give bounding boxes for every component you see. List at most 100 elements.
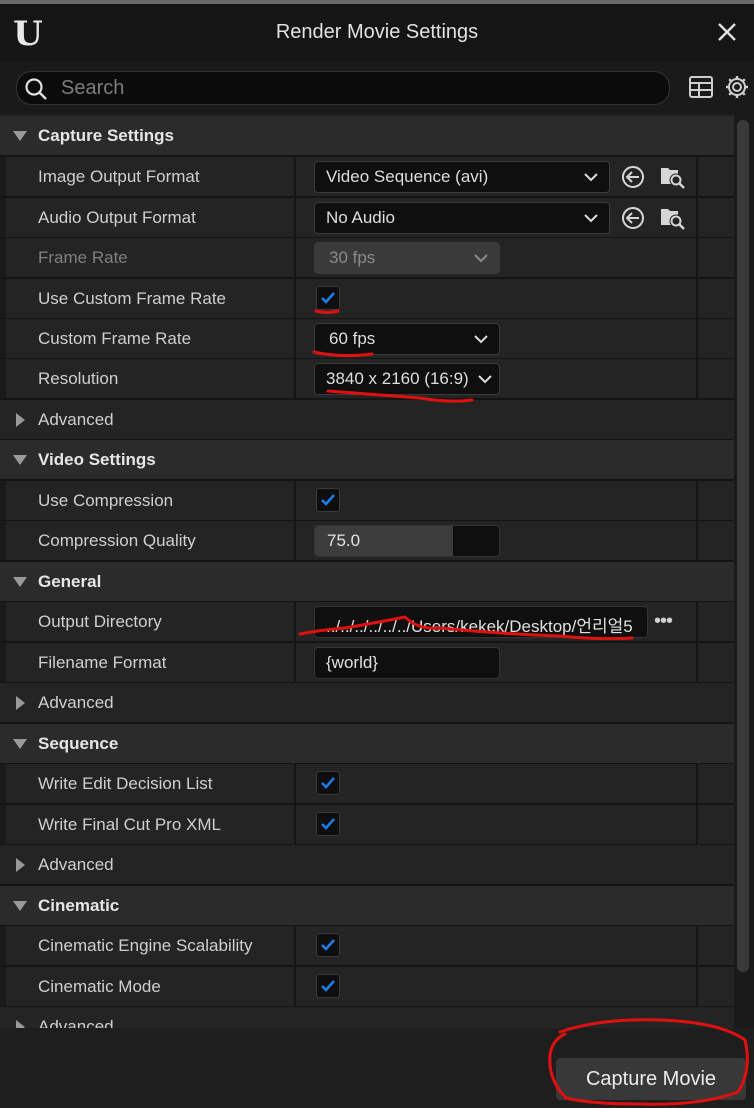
- dropdown-value: Video Sequence (avi): [326, 167, 489, 186]
- chevron-down-icon: [584, 173, 598, 182]
- chevron-down-icon: [474, 335, 488, 344]
- section-title: Cinematic: [38, 896, 120, 915]
- property-label: Write Final Cut Pro XML: [38, 815, 221, 834]
- chevron-down-icon: [474, 254, 488, 263]
- search-box[interactable]: [16, 71, 670, 105]
- advanced-label: Advanced: [38, 855, 114, 874]
- property-label: Use Custom Frame Rate: [38, 289, 226, 308]
- capture-advanced-toggle[interactable]: Advanced: [0, 400, 734, 441]
- cinematic-mode-checkbox[interactable]: [316, 974, 340, 998]
- custom-frame-rate-dropdown[interactable]: 60 fps: [314, 323, 500, 355]
- search-row: [0, 62, 754, 114]
- property-label: Use Compression: [38, 491, 174, 510]
- collapsed-arrow-icon: [16, 1020, 25, 1028]
- write-fcp-xml-checkbox[interactable]: [316, 812, 340, 836]
- cinematic-engine-scalability-checkbox[interactable]: [316, 933, 340, 957]
- use-compression-checkbox[interactable]: [316, 488, 340, 512]
- expanded-arrow-icon: [13, 131, 27, 141]
- reset-to-default-icon[interactable]: [620, 164, 646, 190]
- capture-movie-button[interactable]: Capture Movie: [556, 1058, 746, 1100]
- property-label: Image Output Format: [38, 167, 200, 186]
- expanded-arrow-icon: [13, 901, 27, 911]
- output-directory-field[interactable]: ../../../../../../Users/kekek/Desktop/언리…: [314, 606, 648, 638]
- write-edl-checkbox[interactable]: [316, 771, 340, 795]
- section-sequence[interactable]: Sequence: [0, 724, 734, 765]
- advanced-label: Advanced: [38, 410, 114, 429]
- chevron-down-icon: [584, 214, 598, 223]
- section-title: Sequence: [38, 734, 119, 753]
- section-general[interactable]: General: [0, 562, 734, 603]
- general-advanced-toggle[interactable]: Advanced: [0, 683, 734, 724]
- search-input[interactable]: [59, 74, 663, 102]
- frame-rate-dropdown: 30 fps: [314, 242, 500, 274]
- search-icon: [25, 78, 47, 100]
- row-cinematic-engine-scalability: Cinematic Engine Scalability: [0, 926, 734, 967]
- reset-to-default-icon[interactable]: [620, 205, 646, 231]
- section-title: Video Settings: [38, 450, 156, 469]
- sequence-advanced-toggle[interactable]: Advanced: [0, 845, 734, 886]
- section-video-settings[interactable]: Video Settings: [0, 440, 734, 481]
- property-label: Output Directory: [38, 612, 162, 631]
- row-custom-frame-rate: Custom Frame Rate 60 fps: [0, 319, 734, 360]
- property-label: Cinematic Mode: [38, 977, 161, 996]
- checkmark-icon: [321, 818, 335, 830]
- gear-icon[interactable]: [724, 74, 750, 100]
- advanced-label: Advanced: [38, 693, 114, 712]
- property-label: Compression Quality: [38, 531, 196, 550]
- compression-quality-slider[interactable]: 75.0: [314, 525, 500, 557]
- collapsed-arrow-icon: [16, 858, 25, 872]
- browse-folder-icon[interactable]: [658, 162, 686, 190]
- row-resolution: Resolution 3840 x 2160 (16:9): [0, 359, 734, 400]
- expanded-arrow-icon: [13, 739, 27, 749]
- expanded-arrow-icon: [13, 577, 27, 587]
- filename-format-field[interactable]: {world}: [314, 647, 500, 679]
- browse-folder-icon[interactable]: [658, 203, 686, 231]
- scrollbar-thumb[interactable]: [737, 120, 749, 972]
- browse-directory-button[interactable]: •••: [654, 610, 673, 633]
- checkmark-icon: [321, 292, 335, 304]
- audio-output-format-dropdown[interactable]: No Audio: [314, 202, 610, 234]
- dropdown-value: No Audio: [326, 208, 395, 227]
- row-frame-rate: Frame Rate 30 fps: [0, 238, 734, 279]
- section-capture-settings[interactable]: Capture Settings: [0, 116, 734, 157]
- checkmark-icon: [321, 939, 335, 951]
- checkmark-icon: [321, 980, 335, 992]
- property-label: Frame Rate: [38, 248, 128, 267]
- window-title: Render Movie Settings: [275, 21, 479, 43]
- property-label: Audio Output Format: [38, 208, 196, 227]
- row-write-final-cut-pro-xml: Write Final Cut Pro XML: [0, 805, 734, 846]
- property-label: Filename Format: [38, 653, 167, 672]
- property-label: Resolution: [38, 369, 119, 388]
- field-value: {world}: [326, 653, 378, 672]
- image-output-format-dropdown[interactable]: Video Sequence (avi): [314, 161, 610, 193]
- dropdown-value: 30 fps: [329, 248, 376, 267]
- row-image-output-format: Image Output Format Video Sequence (avi): [0, 157, 734, 198]
- row-cinematic-mode: Cinematic Mode: [0, 967, 734, 1008]
- section-title: Capture Settings: [38, 126, 175, 145]
- dropdown-value: 60 fps: [329, 329, 376, 348]
- section-cinematic[interactable]: Cinematic: [0, 886, 734, 927]
- row-write-edit-decision-list: Write Edit Decision List: [0, 764, 734, 805]
- field-value: ../../../../../../Users/kekek/Desktop/언리…: [326, 617, 633, 636]
- resolution-dropdown[interactable]: 3840 x 2160 (16:9): [314, 363, 500, 395]
- close-icon[interactable]: [714, 19, 740, 45]
- footer-bar: Capture Movie: [0, 1028, 754, 1108]
- section-title: General: [38, 572, 102, 591]
- checkmark-icon: [321, 494, 335, 506]
- cinematic-advanced-toggle[interactable]: Advanced: [0, 1007, 734, 1028]
- advanced-label: Advanced: [38, 1017, 114, 1028]
- table-view-icon[interactable]: [688, 75, 714, 99]
- vertical-scrollbar[interactable]: [734, 114, 754, 1028]
- row-output-directory: Output Directory ../../../../../../Users…: [0, 602, 734, 643]
- dropdown-value: 3840 x 2160 (16:9): [326, 369, 469, 388]
- collapsed-arrow-icon: [16, 413, 25, 427]
- checkmark-icon: [321, 777, 335, 789]
- use-custom-frame-rate-checkbox[interactable]: [316, 286, 340, 310]
- row-use-custom-frame-rate: Use Custom Frame Rate: [0, 279, 734, 320]
- row-audio-output-format: Audio Output Format No Audio: [0, 198, 734, 239]
- property-label: Custom Frame Rate: [38, 329, 192, 348]
- property-label: Cinematic Engine Scalability: [38, 936, 253, 955]
- chevron-down-icon: [478, 375, 492, 384]
- slider-value: 75.0: [327, 531, 361, 550]
- details-panel: Capture Settings Image Output Format Vid…: [0, 114, 734, 1028]
